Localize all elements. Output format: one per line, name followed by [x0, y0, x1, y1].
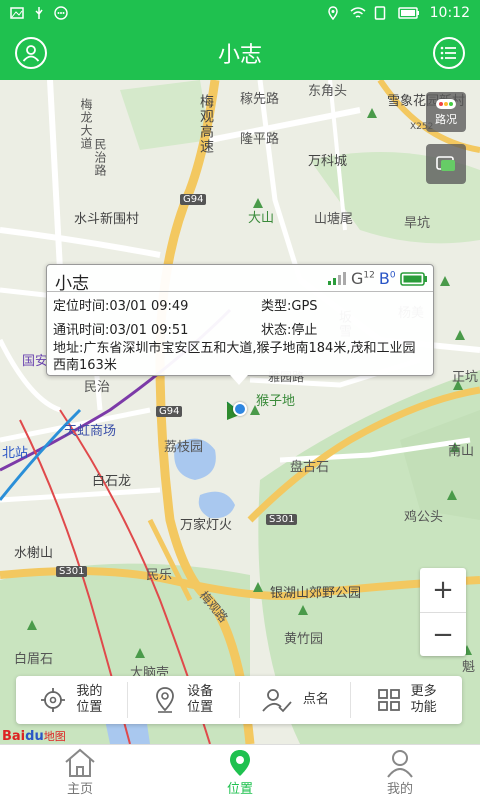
- zoom-control: + −: [420, 568, 466, 656]
- my-location-button[interactable]: 我的 位置: [16, 682, 128, 718]
- map-label: 鸡公头: [404, 510, 444, 525]
- app-header: 小志: [0, 26, 480, 80]
- tab-label: 位置: [226, 782, 253, 797]
- gps-label: G12: [351, 269, 375, 288]
- map-label: 民治: [84, 380, 111, 395]
- tab-mine[interactable]: 我的: [320, 745, 480, 800]
- signal-bars-icon: [328, 271, 346, 285]
- map-label: 稼先路: [240, 92, 280, 107]
- action-label: 我的 位置: [76, 684, 103, 715]
- list-icon: [440, 46, 456, 60]
- tab-label: 主页: [66, 782, 93, 797]
- tab-location[interactable]: 位置: [160, 745, 320, 800]
- map-label: 东角头: [308, 84, 348, 99]
- map-label: 北站: [2, 446, 29, 461]
- wifi-icon: [350, 6, 366, 20]
- map-label: 水榭山: [14, 546, 54, 561]
- page-title: 小志: [217, 43, 262, 68]
- map-layer-button[interactable]: [426, 144, 466, 184]
- baidu-map-logo: Baidu地图: [2, 729, 66, 744]
- map-label: 银湖山郊野公园: [270, 586, 362, 601]
- map-label: 白眉石: [14, 652, 54, 667]
- more-dots-icon: [54, 6, 68, 20]
- map-label: 旱坑: [404, 216, 431, 231]
- map-view[interactable]: 梅观高速 稼先路 东角头 雪象花园新村 隆平路 万科城 梅龙大道 民治路 水斗新…: [0, 80, 480, 744]
- layers-icon: [436, 156, 455, 171]
- map-label: 万家灯火: [180, 518, 233, 533]
- location-pin-icon: [326, 6, 340, 21]
- map-label: 荔枝园: [164, 440, 204, 455]
- traffic-icon: [436, 99, 456, 109]
- map-label: 天虹商场: [64, 424, 117, 439]
- map-label: 南山: [448, 444, 475, 459]
- sim-icon: [374, 6, 388, 20]
- crosshair-icon: [41, 688, 66, 712]
- map-label: 魁: [462, 660, 476, 675]
- grid-icon: [377, 689, 400, 711]
- map-label: 梅观高速: [198, 94, 214, 154]
- highway-badge: S301: [56, 566, 88, 577]
- map-label: 民乐: [146, 568, 173, 583]
- image-icon: [10, 6, 24, 20]
- roll-call-button[interactable]: 点名: [240, 682, 352, 718]
- user-icon: [22, 45, 40, 62]
- user-check-icon: [262, 689, 292, 713]
- map-label: 正坑: [452, 370, 479, 385]
- beidou-label: B0: [378, 269, 396, 288]
- user-icon: [387, 750, 413, 778]
- battery-icon: [397, 6, 420, 20]
- map-label: 水斗新围村: [74, 212, 140, 227]
- address-text: 地址:广东省深圳市宝安区五和大道,猴子地南184米,茂和工业园西南163米: [53, 341, 416, 373]
- status-bar: 10:12: [0, 0, 480, 26]
- highway-badge: G94: [180, 194, 207, 205]
- traffic-label: 路况: [435, 113, 457, 126]
- zoom-in-button[interactable]: +: [420, 568, 466, 612]
- bottom-tab-bar: 主页 位置 我的: [0, 744, 480, 800]
- map-label: 白石龙: [92, 474, 132, 489]
- action-label: 设备 位置: [187, 684, 214, 715]
- usb-icon: [32, 6, 46, 20]
- comm-time: 通讯时间:03/01 09:51: [53, 323, 189, 338]
- tab-label: 我的: [386, 782, 413, 797]
- tab-home[interactable]: 主页: [0, 745, 160, 800]
- map-label: 大山: [248, 211, 275, 226]
- traffic-toggle-button[interactable]: 路况: [426, 92, 466, 132]
- action-label: 点名: [302, 692, 329, 707]
- map-label: 隆平路: [240, 132, 280, 147]
- menu-button[interactable]: [433, 37, 465, 69]
- popup-divider: [47, 291, 433, 292]
- map-label: 山塘尾: [314, 212, 354, 227]
- map-label: 万科城: [308, 154, 348, 169]
- map-label: 国安: [22, 354, 49, 369]
- device-state: 状态:停止: [261, 323, 318, 338]
- zoom-out-button[interactable]: −: [420, 612, 466, 656]
- status-time: 10:12: [429, 5, 470, 21]
- highway-badge: G94: [156, 406, 183, 417]
- popup-signal-status: G12 B0: [327, 269, 428, 288]
- device-location-button[interactable]: 设备 位置: [128, 682, 240, 718]
- locate-time: 定位时间:03/01 09:49: [53, 299, 189, 314]
- map-action-bar: 我的 位置 设备 位置 点名 更多 功能: [16, 676, 462, 724]
- map-label: 黄竹园: [284, 632, 324, 647]
- action-label: 更多 功能: [410, 684, 437, 715]
- device-info-popup[interactable]: 小志 G12 B0 定位时间:03/01 09:49 类型:GPS 通讯时间:0…: [46, 264, 434, 376]
- map-label: 盘古石: [290, 460, 330, 475]
- more-functions-button[interactable]: 更多 功能: [351, 682, 462, 718]
- home-icon: [65, 748, 95, 777]
- profile-button[interactable]: [15, 37, 47, 69]
- highway-badge: S301: [266, 514, 298, 525]
- map-pin-icon: [156, 687, 175, 713]
- location-type: 类型:GPS: [261, 299, 318, 314]
- battery-level-icon: [399, 271, 427, 286]
- current-location-dot: [233, 402, 247, 416]
- map-label: 猴子地: [256, 394, 296, 409]
- popup-pointer: [230, 375, 248, 385]
- location-pin-icon: [230, 750, 250, 776]
- map-label: 民治路: [93, 138, 107, 177]
